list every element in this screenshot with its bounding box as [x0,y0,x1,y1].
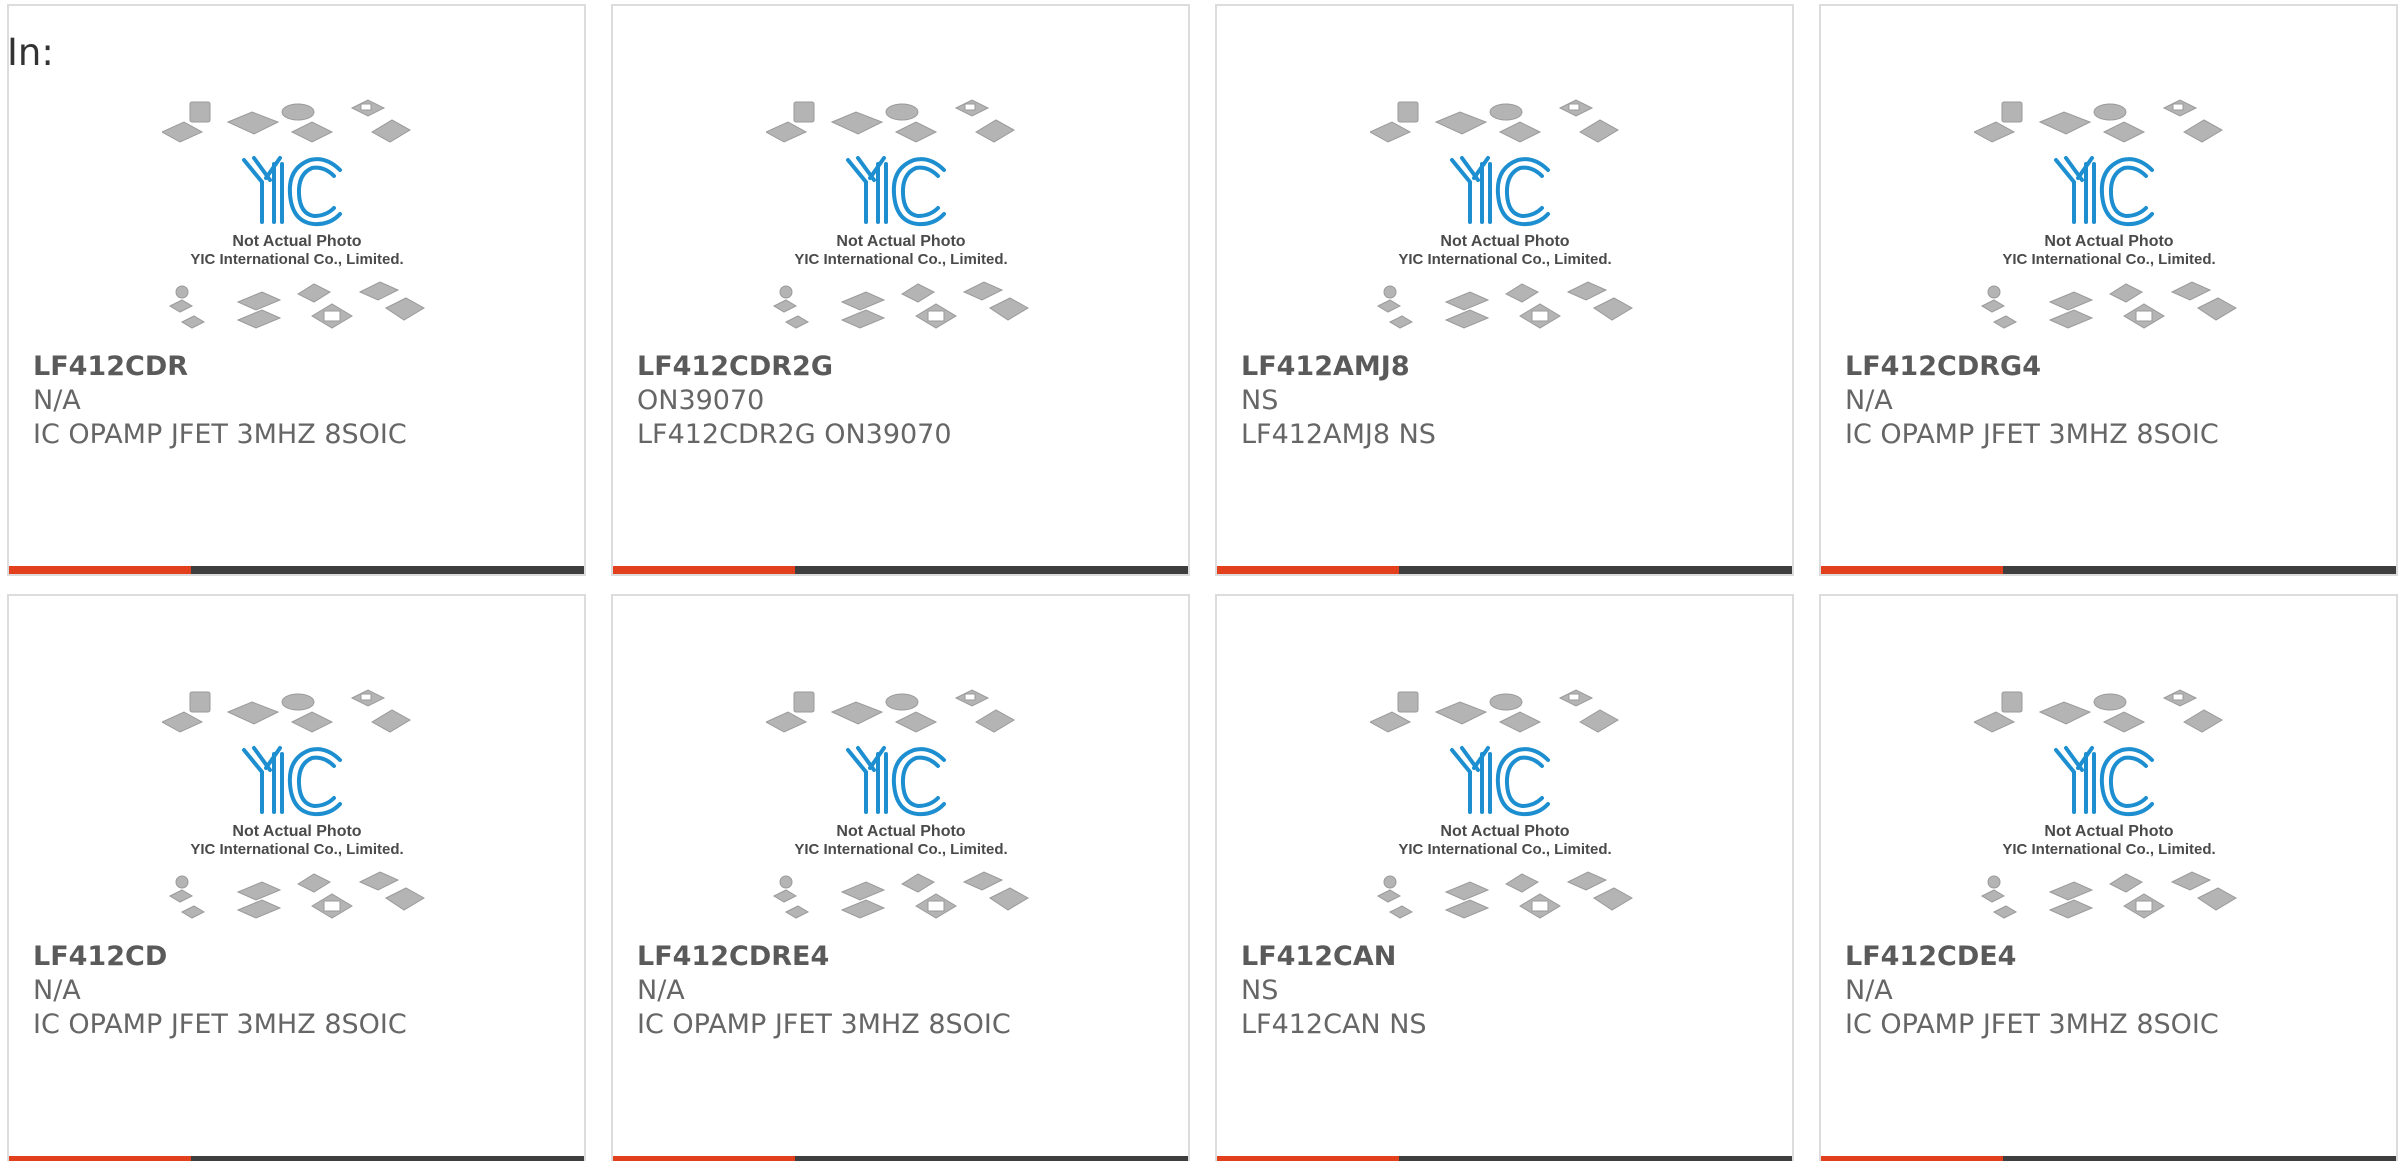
caption-line-1: Not Actual Photo [1440,233,1569,250]
caption-line-2: YIC International Co., Limited. [794,251,1007,268]
description: IC OPAMP JFET 3MHZ 8SOIC [637,1009,1011,1040]
product-card[interactable]: Not Actual Photo YIC International Co., … [7,4,586,576]
manufacturer: ON39070 [637,385,765,416]
description: IC OPAMP JFET 3MHZ 8SOIC [1845,419,2219,450]
product-thumbnail: Not Actual Photo YIC International Co., … [766,689,1029,919]
part-number[interactable]: LF412CDR [33,350,574,384]
product-card[interactable]: Not Actual Photo YIC International Co., … [611,4,1190,576]
product-thumbnail: Not Actual Photo YIC International Co., … [1974,689,2237,919]
product-info: LF412CAN NS LF412CAN NS [1241,940,1782,1042]
product-thumbnail: Not Actual Photo YIC International Co., … [1370,99,1633,329]
yic-logo-icon [2054,746,2154,817]
product-info: LF412CDRE4 N/A IC OPAMP JFET 3MHZ 8SOIC [637,940,1178,1042]
caption-line-1: Not Actual Photo [2044,823,2173,840]
product-info: LF412CDR2G ON39070 LF412CDR2G ON39070 [637,350,1178,452]
chip-packages-icon [162,689,411,733]
yic-logo-icon [242,746,342,817]
manufacturer: N/A [33,385,81,416]
product-info: LF412AMJ8 NS LF412AMJ8 NS [1241,350,1782,452]
product-info: LF412CDR N/A IC OPAMP JFET 3MHZ 8SOIC [33,350,574,452]
description: LF412CDR2G ON39070 [637,419,952,450]
caption-line-2: YIC International Co., Limited. [190,251,403,268]
product-thumbnail: Not Actual Photo YIC International Co., … [162,99,425,329]
description: LF412AMJ8 NS [1241,419,1436,450]
chip-packages-icon [1974,689,2223,733]
yic-logo-icon [2054,156,2154,227]
card-accent-bar [1821,1156,2003,1161]
product-card[interactable]: Not Actual Photo YIC International Co., … [1215,594,1794,1161]
part-number[interactable]: LF412CD [33,940,574,974]
chip-packages-icon [766,689,1015,733]
caption-line-2: YIC International Co., Limited. [190,841,403,858]
card-accent-bar [1217,1156,1399,1161]
yic-logo-icon [242,156,342,227]
yic-logo-icon [1450,156,1550,227]
card-accent-bar [9,1156,191,1161]
product-grid: Not Actual Photo YIC International Co., … [7,4,2398,1161]
manufacturer: NS [1241,975,1279,1006]
caption-line-2: YIC International Co., Limited. [1398,251,1611,268]
in-label: In: [7,31,54,74]
part-number[interactable]: LF412CDRE4 [637,940,1178,974]
product-grid-page: In: Not Actual Photo YIC International C… [0,0,2400,1161]
chip-packages-icon [772,281,1029,329]
manufacturer: NS [1241,385,1279,416]
part-number[interactable]: LF412CDRG4 [1845,350,2386,384]
product-thumbnail: Not Actual Photo YIC International Co., … [1370,689,1633,919]
chip-packages-icon [162,99,411,143]
caption-line-2: YIC International Co., Limited. [1398,841,1611,858]
chip-packages-icon [1980,281,2237,329]
chip-packages-icon [168,871,425,919]
part-number[interactable]: LF412AMJ8 [1241,350,1782,384]
manufacturer: N/A [33,975,81,1006]
description: IC OPAMP JFET 3MHZ 8SOIC [33,419,407,450]
caption-line-1: Not Actual Photo [232,233,361,250]
manufacturer: N/A [1845,975,1893,1006]
yic-logo-icon [846,746,946,817]
chip-packages-icon [766,99,1015,143]
yic-logo-icon [846,156,946,227]
product-info: LF412CD N/A IC OPAMP JFET 3MHZ 8SOIC [33,940,574,1042]
chip-packages-icon [1974,99,2223,143]
yic-logo-icon [1450,746,1550,817]
caption-line-1: Not Actual Photo [836,233,965,250]
manufacturer: N/A [1845,385,1893,416]
caption-line-1: Not Actual Photo [1440,823,1569,840]
product-card[interactable]: Not Actual Photo YIC International Co., … [7,594,586,1161]
part-number[interactable]: LF412CDE4 [1845,940,2386,974]
chip-packages-icon [1376,281,1633,329]
part-number[interactable]: LF412CDR2G [637,350,1178,384]
product-card[interactable]: Not Actual Photo YIC International Co., … [1819,594,2398,1161]
product-thumbnail: Not Actual Photo YIC International Co., … [766,99,1029,329]
description: IC OPAMP JFET 3MHZ 8SOIC [1845,1009,2219,1040]
caption-line-1: Not Actual Photo [232,823,361,840]
description: LF412CAN NS [1241,1009,1427,1040]
chip-packages-icon [168,281,425,329]
product-info: LF412CDRG4 N/A IC OPAMP JFET 3MHZ 8SOIC [1845,350,2386,452]
card-accent-bar [613,1156,795,1161]
card-accent-bar [1821,566,2003,574]
chip-packages-icon [1370,99,1619,143]
part-number[interactable]: LF412CAN [1241,940,1782,974]
caption-line-2: YIC International Co., Limited. [2002,251,2215,268]
chip-packages-icon [772,871,1029,919]
manufacturer: N/A [637,975,685,1006]
chip-packages-icon [1370,689,1619,733]
caption-line-1: Not Actual Photo [2044,233,2173,250]
caption-line-2: YIC International Co., Limited. [794,841,1007,858]
description: IC OPAMP JFET 3MHZ 8SOIC [33,1009,407,1040]
card-accent-bar [9,566,191,574]
chip-packages-icon [1376,871,1633,919]
product-card[interactable]: Not Actual Photo YIC International Co., … [1215,4,1794,576]
product-info: LF412CDE4 N/A IC OPAMP JFET 3MHZ 8SOIC [1845,940,2386,1042]
product-card[interactable]: Not Actual Photo YIC International Co., … [1819,4,2398,576]
product-thumbnail: Not Actual Photo YIC International Co., … [162,689,425,919]
card-accent-bar [1217,566,1399,574]
card-accent-bar [613,566,795,574]
chip-packages-icon [1980,871,2237,919]
caption-line-1: Not Actual Photo [836,823,965,840]
product-card[interactable]: Not Actual Photo YIC International Co., … [611,594,1190,1161]
caption-line-2: YIC International Co., Limited. [2002,841,2215,858]
product-thumbnail: Not Actual Photo YIC International Co., … [1974,99,2237,329]
